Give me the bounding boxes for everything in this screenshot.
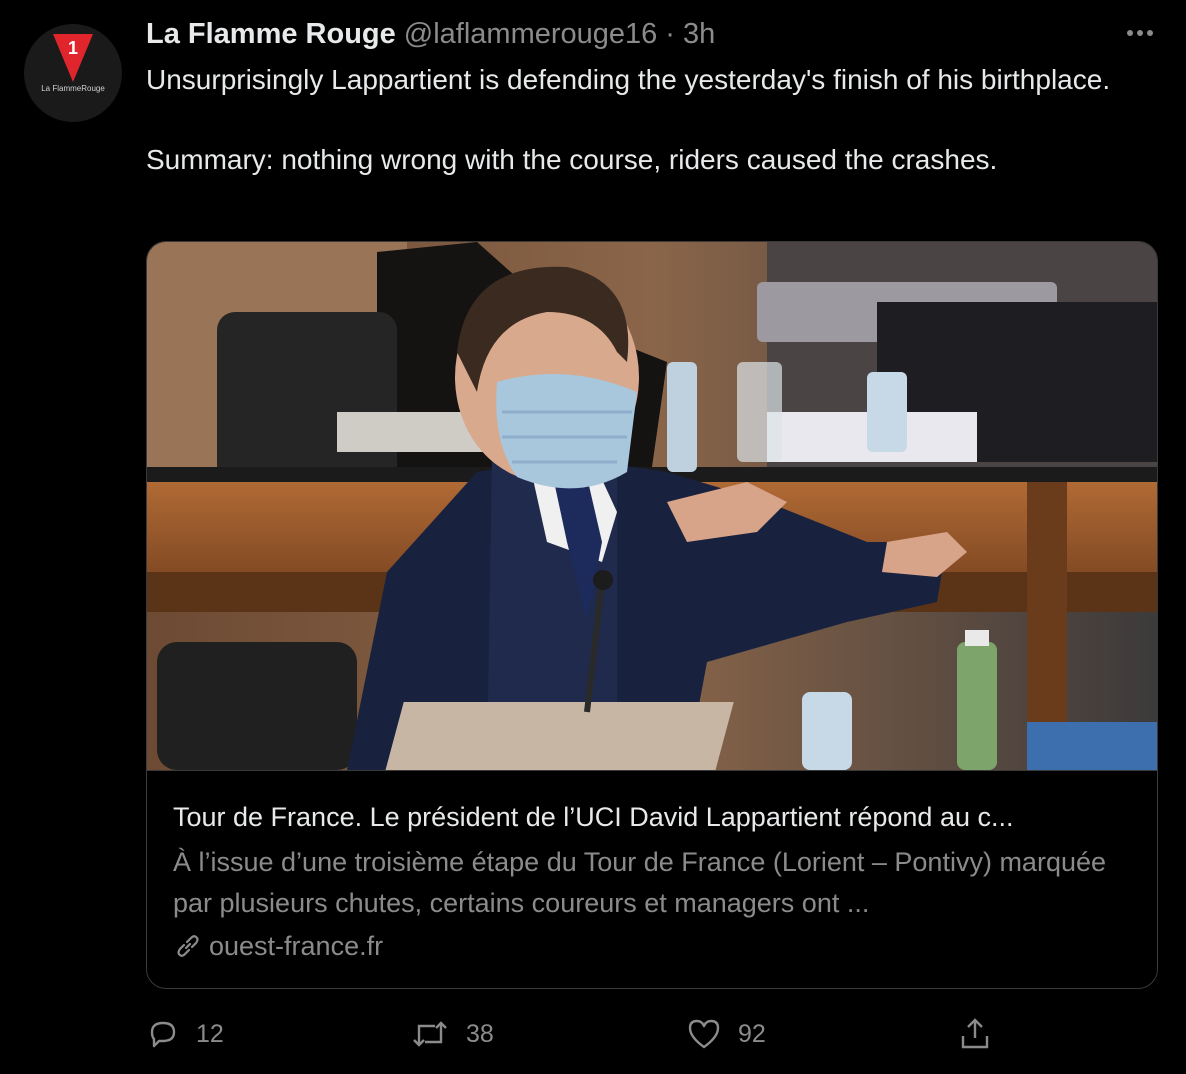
card-title: Tour de France. Le président de l’UCI Da…	[173, 802, 1014, 832]
tweet-timestamp[interactable]: 3h	[683, 18, 715, 51]
tweet-text: Unsurprisingly Lappartient is defending …	[146, 64, 1111, 175]
article-photo	[147, 242, 1157, 770]
link-icon	[177, 935, 199, 957]
profile-avatar[interactable]: 1 La FlammeRouge	[24, 24, 122, 122]
reply-icon	[150, 1021, 176, 1048]
user-handle[interactable]: @laflammerouge16	[404, 18, 658, 51]
logo-caption: La FlammeRouge	[41, 84, 105, 93]
display-name[interactable]: La Flamme Rouge	[146, 18, 396, 51]
retweet-icon	[413, 1021, 447, 1047]
reply-count: 12	[196, 1019, 224, 1048]
more-options-button[interactable]	[1120, 18, 1160, 48]
share-button[interactable]	[958, 1012, 992, 1056]
like-count: 92	[738, 1019, 766, 1048]
link-preview-card[interactable]: Tour de France. Le président de l’UCI Da…	[146, 241, 1158, 989]
retweet-button[interactable]: 38	[410, 1012, 494, 1056]
separator-dot: ·	[665, 17, 675, 50]
share-icon	[961, 1018, 989, 1049]
more-icon	[1127, 30, 1153, 36]
card-domain-text: ouest-france.fr	[209, 931, 384, 961]
retweet-count: 38	[466, 1019, 494, 1048]
heart-icon	[688, 1019, 720, 1049]
reply-button[interactable]: 12	[146, 1012, 224, 1056]
card-domain-link[interactable]: ouest-france.fr	[173, 926, 383, 966]
tweet-header: La Flamme Rouge @laflammerouge16 · 3h	[146, 16, 715, 52]
card-description: À l’issue d’une troisième étape du Tour …	[173, 847, 1107, 918]
tweet-actions: 12 38 92	[146, 1012, 1156, 1056]
card-divider	[147, 770, 1157, 771]
logo-badge-number: 1	[67, 38, 78, 58]
like-button[interactable]: 92	[686, 1012, 766, 1056]
